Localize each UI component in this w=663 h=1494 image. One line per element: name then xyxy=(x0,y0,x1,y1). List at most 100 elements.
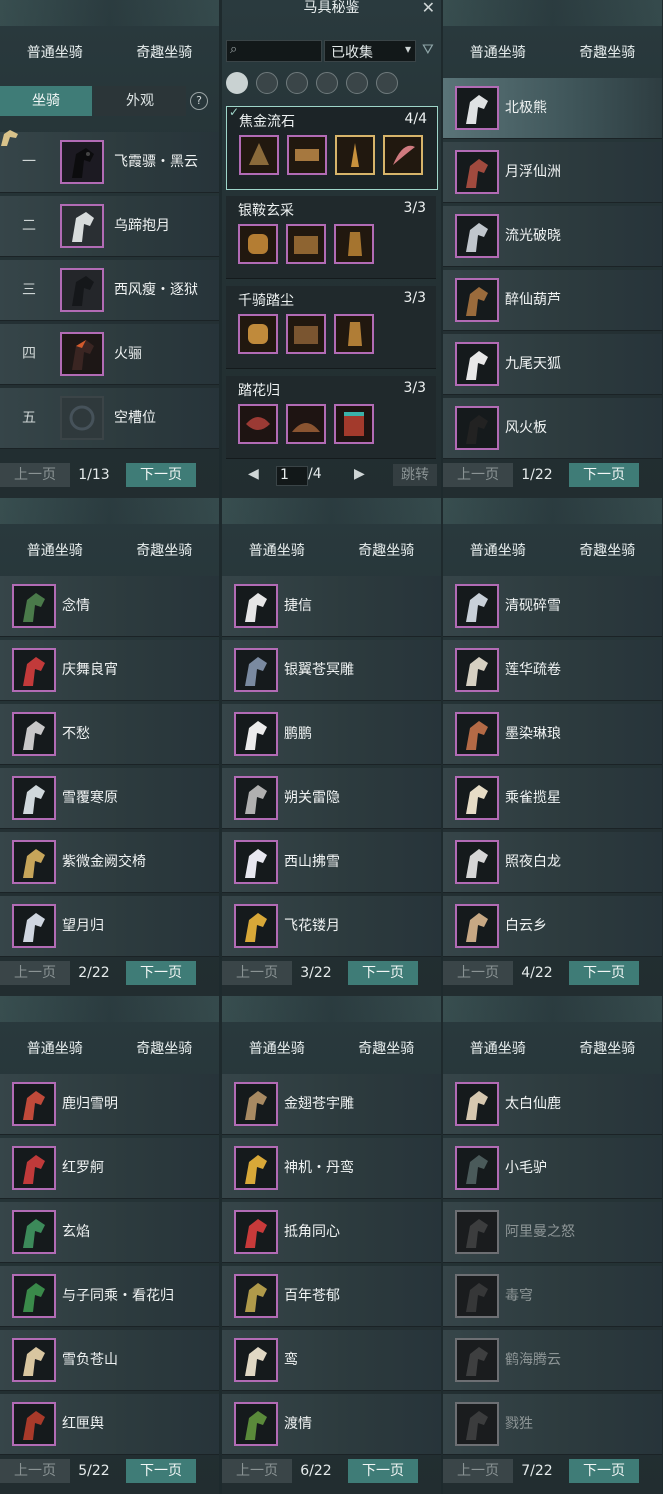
tab-normal-mount[interactable]: 普通坐骑 xyxy=(443,1034,553,1064)
category-saddle-icon[interactable] xyxy=(286,72,308,94)
mount-row[interactable]: 流光破晓 xyxy=(443,206,662,267)
tack-item-icon[interactable] xyxy=(334,224,374,264)
next-page-button[interactable]: 下一页 xyxy=(348,1459,418,1483)
mount-row[interactable]: 莲华疏卷 xyxy=(443,640,662,701)
mount-row[interactable]: 鹏鹏 xyxy=(222,704,441,765)
mount-row[interactable]: 月浮仙洲 xyxy=(443,142,662,203)
next-page-button[interactable]: 下一页 xyxy=(126,1459,196,1483)
mount-row[interactable]: 玄焰 xyxy=(0,1202,219,1263)
category-armor-icon[interactable] xyxy=(376,72,398,94)
tack-item-icon[interactable] xyxy=(383,135,423,175)
tack-item-icon[interactable] xyxy=(238,314,278,354)
slot-row[interactable]: 五 空槽位 xyxy=(0,388,219,449)
mount-row[interactable]: 捷信 xyxy=(222,576,441,637)
mount-row[interactable]: 乘雀揽星 xyxy=(443,768,662,829)
mount-row[interactable]: 戮狌 xyxy=(443,1394,662,1455)
mount-row[interactable]: 渡情 xyxy=(222,1394,441,1455)
mount-row[interactable]: 庆舞良宵 xyxy=(0,640,219,701)
chevron-right-icon[interactable]: ▶ xyxy=(354,466,365,482)
tack-item-icon[interactable] xyxy=(239,135,279,175)
tack-item-icon[interactable] xyxy=(238,224,278,264)
prev-page-button[interactable]: 上一页 xyxy=(443,1459,513,1483)
tab-fun-mount[interactable]: 奇趣坐骑 xyxy=(110,1034,220,1064)
tab-fun-mount[interactable]: 奇趣坐骑 xyxy=(553,536,663,566)
mount-row[interactable]: 望月归 xyxy=(0,896,219,957)
mount-row[interactable]: 照夜白龙 xyxy=(443,832,662,893)
tab-fun-mount[interactable]: 奇趣坐骑 xyxy=(332,1034,442,1064)
mount-row[interactable]: 太白仙鹿 xyxy=(443,1074,662,1135)
mount-row[interactable]: 念情 xyxy=(0,576,219,637)
mount-row[interactable]: 紫微金阙交椅 xyxy=(0,832,219,893)
tab-normal-mount[interactable]: 普通坐骑 xyxy=(443,536,553,566)
mount-row[interactable]: 阿里曼之怒 xyxy=(443,1202,662,1263)
collection-filter-select[interactable]: 已收集 ▾ xyxy=(324,40,416,62)
search-input[interactable]: ⌕ xyxy=(226,40,322,62)
jump-button[interactable]: 跳转 xyxy=(393,464,437,486)
tab-normal-mount[interactable]: 普通坐骑 xyxy=(0,1034,110,1064)
mount-row[interactable]: 西山拂雪 xyxy=(222,832,441,893)
tab-fun-mount[interactable]: 奇趣坐骑 xyxy=(553,38,663,68)
mount-row[interactable]: 不愁 xyxy=(0,704,219,765)
tack-set-card[interactable]: ✓ 焦金流石 4/4 xyxy=(226,105,438,190)
slot-row[interactable]: 一 飞霞骠・黑云 xyxy=(0,130,219,193)
mount-row[interactable]: 鹿归雪明 xyxy=(0,1074,219,1135)
mount-row[interactable]: 九尾天狐 xyxy=(443,334,662,395)
mount-row[interactable]: 朔关雷隐 xyxy=(222,768,441,829)
slot-row[interactable]: 三 西风瘦・逐狱 xyxy=(0,260,219,321)
mount-row[interactable]: 北极熊 xyxy=(443,78,662,139)
tack-item-icon[interactable] xyxy=(286,404,326,444)
close-icon[interactable]: ✕ xyxy=(422,0,435,17)
tack-item-icon[interactable] xyxy=(286,224,326,264)
mount-row[interactable]: 神机・丹鸾 xyxy=(222,1138,441,1199)
tack-item-icon[interactable] xyxy=(238,404,278,444)
mount-row[interactable]: 银翼苍冥雕 xyxy=(222,640,441,701)
tab-fun-mount[interactable]: 奇趣坐骑 xyxy=(110,536,220,566)
subtab-mount[interactable]: 坐骑 xyxy=(0,86,92,116)
filter-icon[interactable]: ⛛ xyxy=(422,42,434,58)
category-grid-icon[interactable] xyxy=(256,72,278,94)
tab-normal-mount[interactable]: 普通坐骑 xyxy=(0,536,110,566)
mount-row[interactable]: 毒穹 xyxy=(443,1266,662,1327)
tack-item-icon[interactable] xyxy=(334,404,374,444)
next-page-button[interactable]: 下一页 xyxy=(348,961,418,985)
help-icon[interactable]: ? xyxy=(190,92,208,110)
next-page-button[interactable]: 下一页 xyxy=(126,463,196,487)
mount-row[interactable]: 风火板 xyxy=(443,398,662,459)
mount-row[interactable]: 雪负苍山 xyxy=(0,1330,219,1391)
next-page-button[interactable]: 下一页 xyxy=(569,961,639,985)
prev-page-button[interactable]: 上一页 xyxy=(0,1459,70,1483)
prev-page-button[interactable]: 上一页 xyxy=(0,961,70,985)
tab-fun-mount[interactable]: 奇趣坐骑 xyxy=(553,1034,663,1064)
mount-row[interactable]: 雪覆寒原 xyxy=(0,768,219,829)
mount-row[interactable]: 清砚碎雪 xyxy=(443,576,662,637)
prev-page-button[interactable]: 上一页 xyxy=(443,961,513,985)
tack-item-icon[interactable] xyxy=(286,314,326,354)
mount-row[interactable]: 飞花镂月 xyxy=(222,896,441,957)
prev-page-button[interactable]: 上一页 xyxy=(222,961,292,985)
tack-set-card[interactable]: 银鞍玄采 3/3 xyxy=(226,196,436,279)
mount-row[interactable]: 与子同乘・看花归 xyxy=(0,1266,219,1327)
prev-page-button[interactable]: 上一页 xyxy=(0,463,70,487)
mount-row[interactable]: 红罗舸 xyxy=(0,1138,219,1199)
chevron-left-icon[interactable]: ◀ xyxy=(248,466,259,482)
next-page-button[interactable]: 下一页 xyxy=(126,961,196,985)
tack-item-icon[interactable] xyxy=(334,314,374,354)
mount-row[interactable]: 金翅苍宇雕 xyxy=(222,1074,441,1135)
mount-row[interactable]: 鸾 xyxy=(222,1330,441,1391)
page-input[interactable]: 1 xyxy=(276,466,308,486)
tab-fun-mount[interactable]: 奇趣坐骑 xyxy=(110,38,220,68)
tab-fun-mount[interactable]: 奇趣坐骑 xyxy=(332,536,442,566)
category-wing-icon[interactable] xyxy=(316,72,338,94)
mount-row[interactable]: 小毛驴 xyxy=(443,1138,662,1199)
tab-normal-mount[interactable]: 普通坐骑 xyxy=(222,1034,332,1064)
slot-row[interactable]: 四 火骊 xyxy=(0,324,219,385)
mount-row[interactable]: 红匣舆 xyxy=(0,1394,219,1455)
tack-set-card[interactable]: 千骑踏尘 3/3 xyxy=(226,286,436,369)
next-page-button[interactable]: 下一页 xyxy=(569,1459,639,1483)
category-horseshoe-icon[interactable] xyxy=(346,72,368,94)
mount-row[interactable]: 抵角同心 xyxy=(222,1202,441,1263)
tab-normal-mount[interactable]: 普通坐骑 xyxy=(0,38,110,68)
prev-page-button[interactable]: 上一页 xyxy=(222,1459,292,1483)
mount-row[interactable]: 醉仙葫芦 xyxy=(443,270,662,331)
tack-item-icon[interactable] xyxy=(287,135,327,175)
